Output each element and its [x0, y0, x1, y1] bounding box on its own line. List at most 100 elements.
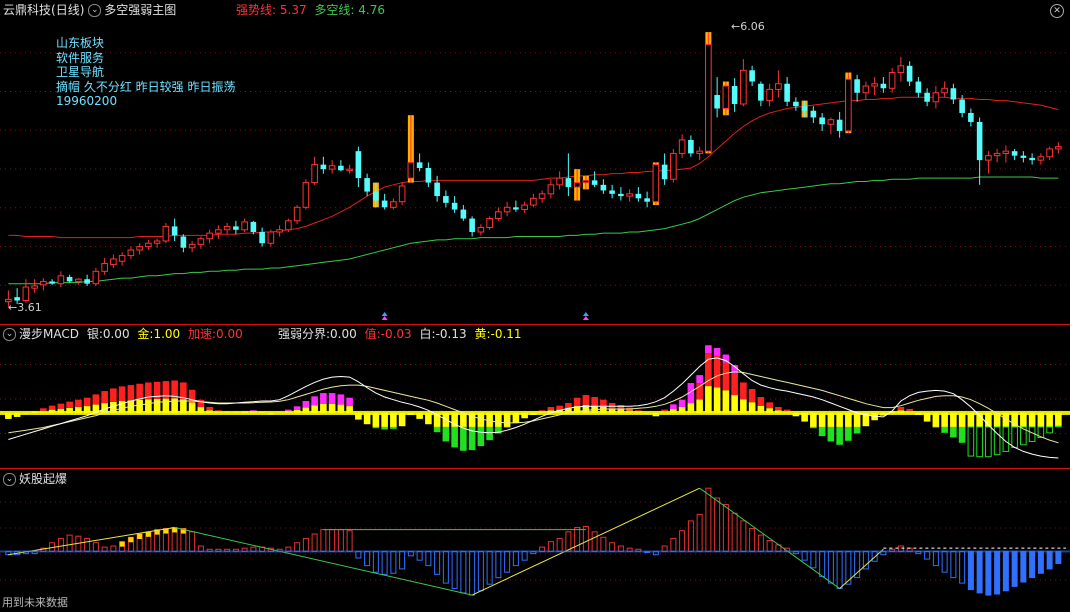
candle-body [328, 165, 336, 170]
yao-bar-up [302, 537, 309, 552]
candle-body [749, 70, 755, 82]
candle [915, 77, 922, 98]
macd-bar [495, 412, 502, 434]
yao-bar-up [670, 537, 677, 552]
candle-body [197, 238, 205, 245]
macd-bar-base [932, 412, 940, 427]
yao-bar [1011, 550, 1018, 587]
candle [180, 234, 187, 253]
yao-bar [591, 531, 598, 552]
candle [381, 193, 388, 210]
candle [259, 227, 265, 247]
yao-toggle-icon[interactable]: ⌄ [3, 473, 16, 486]
macd-bar-base [967, 412, 975, 427]
yao-bar [705, 487, 712, 552]
candle [565, 153, 572, 197]
candle-body [407, 161, 415, 179]
candle-body [276, 229, 283, 233]
macd-bar [162, 381, 170, 413]
candle-body [793, 101, 799, 107]
candle [731, 78, 738, 112]
candle-body [644, 198, 650, 202]
macd-bar-top [696, 383, 703, 400]
yao-bar [486, 550, 493, 585]
yao-bar [84, 537, 91, 552]
yao-bar-down [941, 550, 948, 573]
candle [827, 117, 835, 135]
candle [941, 81, 948, 98]
low-price-marker: ←3.61 [8, 301, 42, 314]
macd-header: ⌄ 漫步MACD 银:0.00 金:1.00 加速:0.00 [3, 327, 243, 341]
indicator-toggle-icon[interactable]: ⌄ [88, 4, 102, 17]
macd-bar-top [57, 403, 65, 409]
candle-body [766, 88, 773, 102]
macd-bar-base [827, 412, 835, 427]
macd-bar-top [337, 394, 345, 405]
candle-body [705, 43, 712, 152]
candle-body [888, 72, 896, 89]
yao-bar [679, 530, 686, 552]
macd-bar [722, 354, 730, 413]
macd-bar-bottom [381, 426, 388, 430]
macd-bar-bottom [442, 426, 450, 442]
candle [652, 162, 660, 206]
candle-body [880, 83, 887, 89]
yao-bar-up [320, 529, 327, 552]
yao-bar [1002, 550, 1009, 592]
candle-body [968, 112, 974, 122]
yao-bar-up [189, 531, 196, 552]
macd-bar-top [897, 406, 905, 411]
yao-bar [766, 540, 773, 552]
candle [188, 241, 196, 253]
candle [618, 187, 624, 201]
macd-bar-top [136, 383, 143, 400]
candle-body [267, 231, 275, 244]
candle [1011, 148, 1018, 161]
yao-bar [1055, 550, 1062, 564]
yao-bar [749, 528, 756, 552]
yao-bar [495, 550, 502, 579]
macd-bar-base [390, 412, 397, 427]
yao-bar-down [1037, 550, 1044, 574]
candle [40, 278, 47, 291]
macd-title[interactable]: 漫步MACD [19, 327, 79, 341]
candle [932, 86, 940, 109]
candle-body [443, 196, 449, 203]
yao-bar-down [985, 550, 992, 596]
candle [355, 146, 362, 188]
yao-bar-down [1020, 550, 1027, 583]
macd-bar [696, 375, 703, 413]
candle-body [364, 178, 370, 192]
macd-toggle-icon[interactable]: ⌄ [3, 328, 16, 341]
yao-bar-up [556, 537, 563, 552]
candle-body [740, 69, 747, 105]
yao-title[interactable]: 妖股起爆 [19, 472, 67, 486]
macd-bar-top [180, 382, 187, 400]
macd-bar-top [713, 355, 721, 388]
yao-trend-line [471, 487, 700, 596]
stock-name: 云鼎科技 [3, 3, 52, 17]
sector-label: 山东板块 [56, 36, 105, 50]
candle-body [661, 164, 668, 180]
candle [600, 179, 607, 194]
yao-bar-up [591, 531, 598, 552]
candle-body [819, 117, 825, 125]
macd-bar [311, 396, 318, 413]
indicator-name[interactable]: 多空强弱主图 [104, 3, 176, 17]
macd-bar [950, 412, 957, 438]
candle [819, 112, 825, 131]
candle-body [556, 177, 563, 186]
candle [1029, 153, 1035, 165]
macd-bar-base [818, 412, 826, 427]
candle [740, 59, 747, 107]
candle-body [486, 218, 493, 229]
yao-bar-tip [145, 531, 151, 537]
candle-body [293, 206, 301, 222]
yao-bar-down [959, 550, 966, 584]
candle-body [976, 121, 983, 161]
close-icon[interactable]: ✕ [1050, 4, 1064, 18]
candle [1046, 146, 1053, 161]
candle [92, 267, 100, 286]
candle [722, 81, 730, 116]
candle-body [259, 232, 265, 244]
